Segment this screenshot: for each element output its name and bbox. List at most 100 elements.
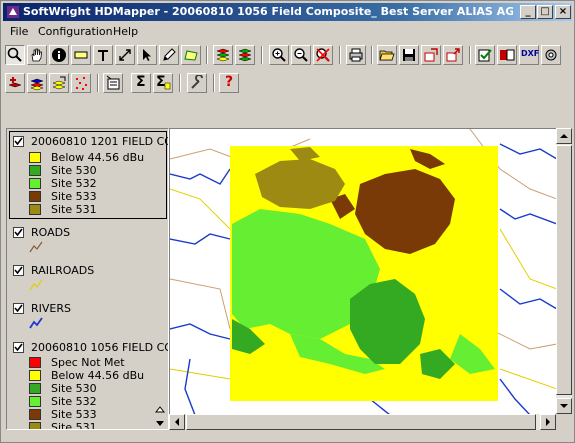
check-icon — [14, 228, 23, 237]
layer-order-button[interactable] — [49, 73, 69, 93]
compare-icon — [500, 49, 515, 61]
print-button[interactable] — [346, 45, 366, 65]
area-button[interactable] — [181, 45, 201, 65]
title-bar[interactable]: SoftWright HDMapper - 20060810 1056 Fiel… — [3, 3, 572, 21]
layer-style-button[interactable] — [27, 73, 47, 93]
layer-title[interactable]: ROADS — [31, 226, 70, 239]
export-button[interactable] — [443, 45, 463, 65]
zoom-in-icon — [272, 48, 286, 62]
scroll-up-button[interactable] — [556, 128, 572, 144]
layer-title[interactable]: 20060810 1201 FIELD COMP — [31, 135, 168, 148]
hand-icon — [31, 48, 42, 62]
scroll-left-button[interactable] — [169, 414, 185, 430]
zoom-select-button[interactable] — [5, 45, 25, 65]
menu-configuration[interactable]: Configuration — [38, 25, 113, 38]
vertical-scrollbar[interactable] — [556, 128, 572, 414]
compare-button[interactable] — [497, 45, 517, 65]
legend-swatch — [29, 409, 41, 420]
measure-button[interactable] — [115, 45, 135, 65]
text-icon — [98, 50, 108, 61]
legend-label: Site 530 — [51, 164, 97, 177]
river-line — [170, 323, 231, 340]
layer-checkbox[interactable] — [13, 342, 24, 353]
import-button[interactable] — [421, 45, 441, 65]
text-button[interactable] — [93, 45, 113, 65]
layers-button[interactable] — [213, 45, 233, 65]
layer-checkbox[interactable] — [13, 303, 24, 314]
label-button[interactable] — [71, 45, 91, 65]
railroad-line — [499, 368, 556, 390]
horizontal-scroll-thumb[interactable] — [186, 414, 536, 430]
legend-label: Site 533 — [51, 408, 97, 421]
layer-checkbox[interactable] — [13, 227, 24, 238]
railroad-line — [499, 228, 556, 290]
legend-label: Site 530 — [51, 382, 97, 395]
wrench-icon — [191, 75, 203, 89]
railroad-line — [170, 188, 231, 230]
close-button[interactable]: × — [555, 5, 571, 19]
river-line — [499, 143, 556, 160]
layer-checkbox[interactable] — [13, 265, 24, 276]
toolbar-row-1: DXF — [3, 44, 572, 66]
legend-panel: 20060810 1201 FIELD COMP Below 44.56 dBu… — [6, 128, 169, 430]
toolbar-separator — [97, 74, 99, 92]
help-button[interactable]: ? — [219, 73, 239, 93]
scroll-right-button[interactable] — [540, 414, 556, 430]
select-button[interactable] — [137, 45, 157, 65]
edit-point-button[interactable] — [159, 45, 179, 65]
legend-scroll-down-icon[interactable] — [155, 418, 165, 428]
zoom-out-button[interactable] — [291, 45, 311, 65]
sigma-badge-icon — [164, 82, 171, 90]
magnifier-icon — [7, 47, 22, 62]
river-line — [184, 358, 196, 414]
zoom-out-icon — [294, 48, 308, 62]
open-button[interactable] — [377, 45, 397, 65]
layer-title[interactable]: 20060810 1056 FIELD COMP — [31, 341, 168, 354]
maximize-button[interactable]: □ — [537, 5, 553, 19]
dxf-button[interactable]: DXF — [519, 45, 539, 65]
horizontal-scrollbar[interactable] — [169, 414, 556, 430]
info-button[interactable] — [49, 45, 69, 65]
menu-file[interactable]: File — [10, 25, 28, 38]
sum-edit-button[interactable]: Σ — [153, 73, 173, 93]
legend-swatch — [29, 165, 41, 176]
minimize-button[interactable]: _ — [520, 5, 536, 19]
toolbar-separator — [179, 74, 181, 92]
dxf-label: DXF — [521, 49, 540, 58]
check-button[interactable] — [475, 45, 495, 65]
pan-button[interactable] — [27, 45, 47, 65]
application-window: SoftWright HDMapper - 20060810 1056 Fiel… — [0, 0, 575, 443]
layer-title[interactable]: RAILROADS — [31, 264, 94, 277]
map-view[interactable] — [169, 128, 556, 414]
legend-label: Site 532 — [51, 395, 97, 408]
road-line-icon — [29, 241, 43, 253]
legend-label: Site 531 — [51, 421, 97, 430]
sites-button[interactable] — [71, 73, 91, 93]
river-line — [499, 288, 556, 310]
checkmark-icon — [478, 49, 492, 62]
zoom-in-button[interactable] — [269, 45, 289, 65]
save-button[interactable] — [399, 45, 419, 65]
printer-icon — [349, 48, 363, 62]
settings-button[interactable] — [541, 45, 561, 65]
sigma-icon: Σ — [136, 74, 146, 90]
road-line — [489, 328, 556, 350]
menu-help[interactable]: Help — [113, 25, 138, 38]
export-icon — [446, 48, 460, 62]
zoom-reset-button[interactable] — [313, 45, 333, 65]
layers-edit-button[interactable] — [235, 45, 255, 65]
scroll-down-button[interactable] — [556, 398, 572, 414]
layer-checkbox[interactable] — [13, 136, 24, 147]
toolbar-separator — [469, 46, 471, 64]
tools-button[interactable] — [187, 73, 207, 93]
scroll-corner — [556, 414, 572, 430]
add-layer-button[interactable] — [5, 73, 25, 93]
properties-button[interactable] — [103, 73, 123, 93]
vertical-scroll-thumb[interactable] — [556, 145, 572, 395]
sum-button[interactable]: Σ — [131, 73, 151, 93]
layer-title[interactable]: RIVERS — [31, 302, 71, 315]
legend-scroll-up-icon[interactable] — [155, 405, 165, 415]
toolbar-separator — [371, 46, 373, 64]
river-line-icon — [29, 317, 43, 329]
scroll-down-arrow-icon — [560, 404, 568, 408]
